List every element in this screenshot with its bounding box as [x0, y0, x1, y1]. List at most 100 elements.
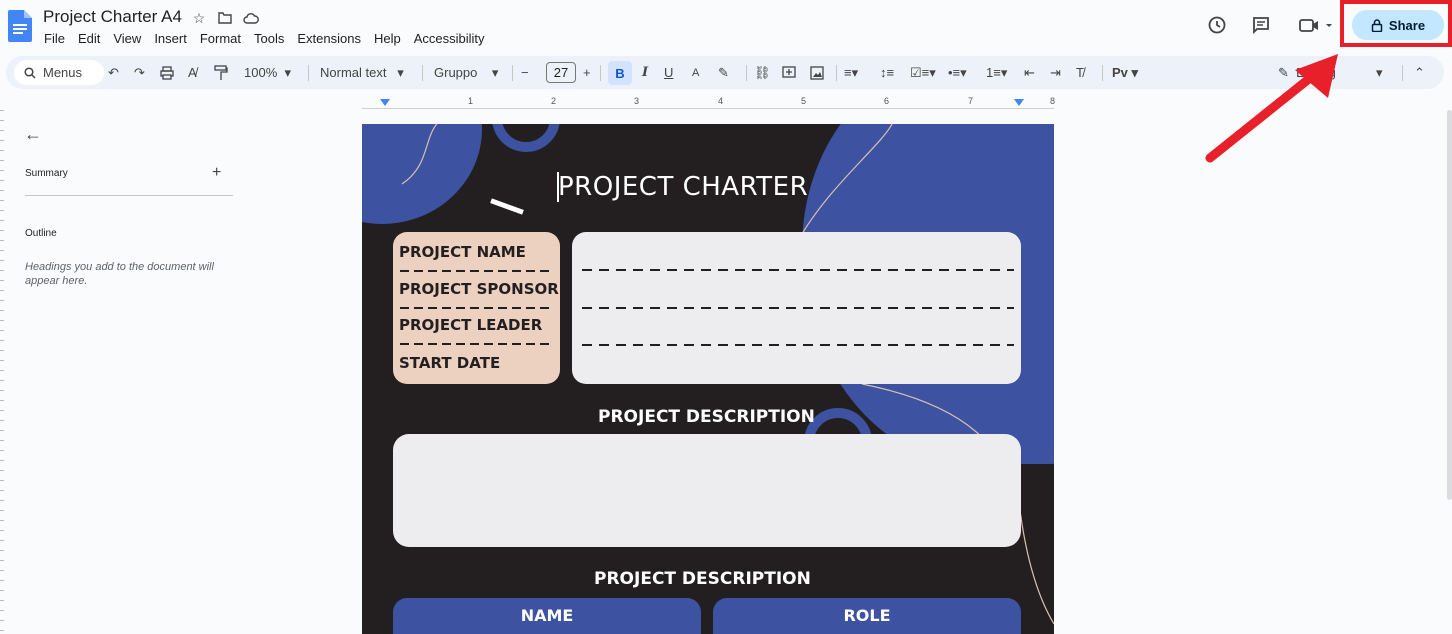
spellcheck-icon[interactable]: A̸ [188, 56, 197, 89]
menu-help[interactable]: Help [374, 31, 401, 46]
print-icon[interactable] [160, 56, 174, 89]
menu-bar: File Edit View Insert Format Tools Exten… [44, 31, 498, 46]
star-icon[interactable]: ☆ [190, 9, 208, 27]
dashed-line [400, 307, 550, 309]
ruler-number: 5 [801, 96, 807, 106]
charter-title[interactable]: PROJECT CHARTER [558, 172, 808, 202]
summary-label: Summary [25, 168, 68, 179]
sidebar-divider [25, 195, 233, 196]
menu-file[interactable]: File [44, 31, 65, 46]
toolbar-divider [308, 65, 309, 81]
dashed-line [400, 270, 550, 272]
cloud-status-icon[interactable] [242, 9, 260, 27]
field-label-start-date[interactable]: START DATE [399, 354, 500, 372]
style-select[interactable]: Normal text ▾ [320, 56, 404, 89]
move-folder-icon[interactable] [216, 9, 234, 27]
checklist-icon[interactable]: ☑≡▾ [910, 56, 936, 89]
outline-label: Outline [25, 228, 57, 239]
version-history-icon[interactable] [1206, 14, 1228, 36]
italic-button[interactable]: I [642, 56, 648, 89]
toolbar-divider [836, 65, 837, 81]
paint-format-icon[interactable] [214, 56, 228, 89]
zoom-select[interactable]: 100% ▾ [244, 56, 291, 89]
dashed-line [582, 344, 1014, 346]
align-icon[interactable]: ≡▾ [844, 56, 858, 89]
dashed-line [400, 343, 550, 345]
menus-label: Menus [43, 65, 83, 80]
collapse-menus-icon[interactable]: ⌃ [1414, 56, 1425, 89]
comments-icon[interactable] [1250, 14, 1272, 36]
undo-icon[interactable]: ↶ [108, 56, 119, 89]
ruler-number: 2 [551, 96, 557, 106]
menu-edit[interactable]: Edit [78, 31, 100, 46]
section-heading-description[interactable]: PROJECT DESCRIPTION [598, 407, 815, 427]
decrease-indent-icon[interactable]: ⇤ [1024, 56, 1035, 89]
menu-format[interactable]: Format [200, 31, 241, 46]
meet-icon[interactable] [1296, 14, 1336, 36]
toolbar-divider [1402, 65, 1403, 81]
vertical-ruler [0, 110, 4, 634]
field-values-box[interactable] [572, 232, 1021, 384]
zoom-value: 100% [244, 65, 278, 80]
horizontal-ruler: 1 2 3 4 5 6 7 8 [362, 96, 1056, 110]
bulleted-list-icon[interactable]: •≡▾ [948, 56, 967, 89]
highlight-pen-icon[interactable]: ✎ [718, 56, 729, 89]
add-comment-icon[interactable] [782, 56, 796, 89]
toolbar-divider [600, 65, 601, 81]
vertical-scrollbar[interactable] [1447, 110, 1452, 500]
docs-logo-icon[interactable] [8, 10, 32, 42]
menu-accessibility[interactable]: Accessibility [414, 31, 485, 46]
numbered-list-icon[interactable]: 1≡▾ [986, 56, 1007, 89]
back-arrow-icon[interactable]: ← [24, 124, 42, 145]
toolbar-divider [1102, 65, 1103, 81]
description-box[interactable] [393, 434, 1021, 547]
section-heading-team[interactable]: PROJECT DESCRIPTION [594, 569, 811, 589]
left-indent-marker[interactable] [380, 99, 390, 106]
underline-button[interactable]: U [664, 56, 673, 89]
red-arrow-annotation [1205, 54, 1338, 163]
field-labels-box: PROJECT NAME PROJECT SPONSOR PROJECT LEA… [393, 232, 560, 384]
insert-image-icon[interactable] [810, 56, 824, 89]
field-label-project-name[interactable]: PROJECT NAME [399, 243, 526, 261]
toolbar-divider [746, 65, 747, 81]
menus-search[interactable]: Menus [14, 60, 104, 85]
toolbar-divider [512, 65, 513, 81]
font-size-input[interactable]: 27 [546, 62, 576, 83]
redo-icon[interactable]: ↷ [134, 56, 145, 89]
link-icon[interactable]: ⛓ [754, 56, 771, 89]
ruler-number: 8 [1050, 96, 1056, 106]
outline-hint: Headings you add to the document will ap… [25, 261, 214, 287]
toolbar-divider [422, 65, 423, 81]
field-label-project-sponsor[interactable]: PROJECT SPONSOR [399, 280, 559, 298]
table-header-name[interactable]: NAME [393, 598, 701, 634]
increase-font-size-button[interactable]: + [583, 56, 591, 89]
increase-indent-icon[interactable]: ⇥ [1050, 56, 1061, 89]
menu-tools[interactable]: Tools [254, 31, 284, 46]
pv-addon-icon[interactable]: Pv ▾ [1112, 56, 1138, 89]
menu-insert[interactable]: Insert [154, 31, 187, 46]
menu-extensions[interactable]: Extensions [297, 31, 361, 46]
document-title[interactable]: Project Charter A4 [43, 7, 182, 27]
dashed-line [582, 307, 1014, 309]
document-page[interactable]: PROJECT CHARTER PROJECT NAME PROJECT SPO… [362, 124, 1054, 634]
bold-button[interactable]: B [608, 61, 632, 85]
search-icon [24, 66, 36, 79]
style-value: Normal text [320, 65, 387, 80]
font-select[interactable]: Gruppo ▾ [434, 56, 498, 89]
ruler-number: 3 [634, 96, 640, 106]
menu-view[interactable]: View [113, 31, 141, 46]
add-summary-icon[interactable]: + [212, 164, 221, 182]
right-indent-marker[interactable] [1014, 99, 1024, 106]
line-spacing-icon[interactable]: ↕≡ [880, 56, 894, 89]
dashed-line [582, 269, 1014, 271]
field-label-project-leader[interactable]: PROJECT LEADER [399, 316, 542, 334]
ruler-number: 4 [718, 96, 724, 106]
clear-formatting-icon[interactable]: T̸ [1076, 56, 1084, 89]
table-header-role[interactable]: ROLE [713, 598, 1021, 634]
decrease-font-size-button[interactable]: − [521, 56, 529, 89]
text-color-button[interactable]: A [692, 56, 699, 89]
ruler-number: 6 [884, 96, 890, 106]
ruler-number: 1 [468, 96, 474, 106]
editing-chevron-icon[interactable]: ▾ [1376, 56, 1383, 89]
font-value: Gruppo [434, 65, 478, 80]
